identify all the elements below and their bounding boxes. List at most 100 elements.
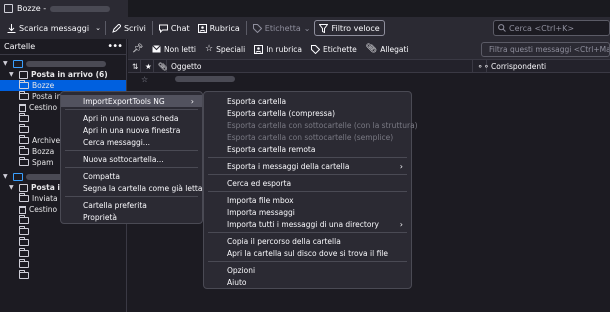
folder-label: Inviata [32,194,58,203]
filter-tags-button[interactable]: Etichette [308,42,360,56]
menu-item-label: Esporta cartella [227,96,287,106]
menu-item-label: Esporta i messaggi della cartella [227,161,350,171]
main-toolbar: Scarica messaggi ⌄ Scrivi Chat Rubrica E… [0,17,610,39]
chat-button[interactable]: Chat [155,20,194,36]
paperclip-icon: 📎︎ [365,44,378,54]
folder-icon [19,270,29,279]
folder-item[interactable] [0,226,126,237]
pin-icon[interactable]: 📌︎ [132,44,146,54]
chevron-right-icon: › [399,161,403,171]
menu-item-import-messages[interactable]: Importa messaggi [204,206,411,218]
menu-item-import-mbox[interactable]: Importa file mbox [204,194,411,206]
menu-item-options[interactable]: Opzioni [204,264,411,276]
filter-unread-button[interactable]: Non letti [149,42,199,56]
menu-item-label: Apri in una nuova finestra [83,125,181,135]
folder-pane-title: Cartelle [4,42,36,51]
chevron-down-icon[interactable]: ▼ [9,71,16,78]
redacted-account-name [26,60,106,67]
menu-item-label: Importa tutti i messaggi di una director… [227,219,379,229]
folder-label: Archive [32,136,61,145]
filter-search-input[interactable]: Filtra questi messaggi <Ctrl+Maiu [481,42,610,57]
menu-item-label: ImportExportTools NG [83,96,165,106]
star-column-icon[interactable]: ★ [141,59,154,73]
window-tab[interactable]: Bozze - [0,0,128,17]
menu-item-search-and-export[interactable]: Cerca ed esporta [204,177,411,189]
menu-item-export-folder[interactable]: Esporta cartella [204,95,411,107]
menu-separator [208,261,407,262]
get-messages-button[interactable]: Scarica messaggi [3,20,93,36]
trash-icon [19,205,26,214]
folder-inbox[interactable]: ▼ Posta in arrivo (6) [0,69,126,80]
folder-label: Bozze [32,81,55,90]
folder-item[interactable] [0,248,126,259]
menu-item-new-subfolder[interactable]: Nuova sottocartella... [61,153,202,165]
menu-item-import-directory[interactable]: Importa tutti i messaggi di una director… [204,218,411,230]
tag-dropdown-icon: ⌄ [303,23,311,33]
redacted-subject [175,76,235,82]
pencil-icon [112,23,121,33]
menu-item-label: Importa messaggi [227,207,295,217]
filter-search-placeholder: Filtra questi messaggi <Ctrl+Maiu [489,45,610,54]
menu-item-favorite-folder[interactable]: Cartella preferita [61,199,202,211]
folder-icon [19,259,29,268]
menu-item-export-with-subfolders-structure: Esporta cartella con sottocartelle (con … [204,119,418,131]
menu-separator [208,174,407,175]
folder-drafts[interactable]: Bozze [0,80,126,91]
filter-starred-button[interactable]: ☆ Speciali [202,42,248,56]
menu-item-label: Copia il percorso della cartella [227,236,341,246]
tag-button[interactable]: Etichetta ⌄ [249,20,315,36]
tag-icon [311,44,321,54]
account-row[interactable]: ▼ [0,58,126,69]
filter-attachments-button[interactable]: 📎︎ Allegati [363,42,412,56]
menu-item-export-remote-folder[interactable]: Esporta cartella remota [204,143,411,155]
more-options-icon[interactable]: ••• [107,41,123,52]
column-subject[interactable]: Oggetto [167,59,473,73]
chevron-down-icon[interactable]: ▼ [9,184,16,191]
menu-item-label: Cartella preferita [83,200,147,210]
menu-item-export-folder-messages[interactable]: Esporta i messaggi della cartella › [204,160,411,172]
menu-item-help[interactable]: Aiuto [204,276,411,288]
menu-item-open-folder-on-disk[interactable]: Apri la cartella sul disco dove si trova… [204,247,411,259]
folder-item[interactable] [0,270,126,281]
menu-item-mark-folder-read[interactable]: Segna la cartella come già letta [61,182,202,194]
menu-item-copy-folder-path[interactable]: Copia il percorso della cartella [204,235,411,247]
folder-icon [19,248,29,257]
menu-item-label: Cerca messaggi... [83,137,150,147]
folder-item[interactable] [0,237,126,248]
inbox-icon [19,183,28,192]
drafts-icon [19,80,29,89]
menu-item-search-messages[interactable]: Cerca messaggi... [61,136,202,148]
menu-item-compact[interactable]: Compatta [61,170,202,182]
filter-contact-button[interactable]: In rubrica [251,42,305,56]
envelope-icon [152,45,161,53]
get-messages-dropdown-icon[interactable]: ⌄ [95,24,101,32]
star-icon[interactable]: ☆ [141,75,154,84]
quick-filter-button[interactable]: Filtro veloce [314,20,385,36]
attachment-column-icon[interactable]: 📎︎ [154,59,168,73]
folder-pane-header: Cartelle ••• [0,39,126,55]
menu-item-export-folder-zipped[interactable]: Esporta cartella (compressa) [204,107,411,119]
thread-column-icon[interactable]: ⇅ [128,59,141,73]
global-search-input[interactable]: Cerca <Ctrl+K> [493,20,610,36]
filter-icon [319,23,329,33]
read-status-column-icon[interactable]: ⚬⚬ [473,59,490,73]
column-correspondents-label: Corrispondenti [491,61,547,71]
quick-filter-bar: 📌︎ Non letti ☆ Speciali In rubrica Etich… [128,39,610,60]
folder-item[interactable] [0,259,126,270]
address-book-label: Rubrica [209,23,240,33]
address-book-button[interactable]: Rubrica [194,20,244,36]
filter-tags-label: Etichette [323,44,357,54]
chevron-down-icon[interactable]: ▼ [3,60,10,67]
menu-item-open-new-window[interactable]: Apri in una nuova finestra [61,124,202,136]
table-row[interactable]: ☆ [128,73,610,85]
menu-item-open-new-tab[interactable]: Apri in una nuova scheda [61,112,202,124]
chevron-down-icon[interactable]: ▼ [3,173,10,180]
column-correspondents[interactable]: Corrispondenti [487,60,610,73]
mail-account-icon [13,172,23,181]
chat-bubble-icon [158,24,168,33]
write-button[interactable]: Scrivi [108,20,150,36]
menu-item-properties[interactable]: Proprietà [61,211,202,223]
menu-separator [208,191,407,192]
menu-item-importexporttools[interactable]: ImportExportTools NG › [61,95,202,107]
menu-separator [208,232,407,233]
